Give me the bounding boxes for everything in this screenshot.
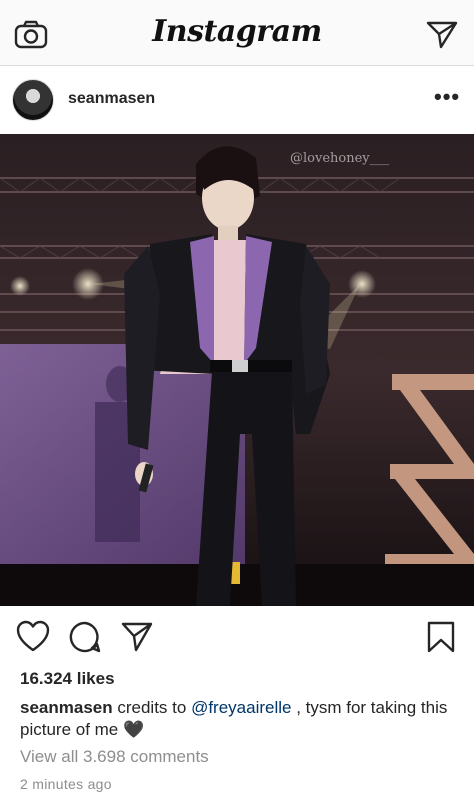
paper-plane-icon[interactable] <box>426 20 458 50</box>
post-timestamp: 2 minutes ago <box>20 776 112 792</box>
caption-text-start: credits to <box>117 698 192 717</box>
view-all-comments-link[interactable]: View all 3.698 comments <box>20 747 209 767</box>
caption-mention[interactable]: @freyaairelle <box>191 698 291 717</box>
comment-icon[interactable] <box>68 620 102 654</box>
avatar[interactable] <box>12 79 54 121</box>
caption-username[interactable]: seanmasen <box>20 698 113 717</box>
top-bar: Instagram <box>0 0 474 66</box>
post-caption: seanmasen credits to @freyaairelle , tys… <box>20 697 460 741</box>
heart-icon[interactable] <box>16 620 50 654</box>
post-username[interactable]: seanmasen <box>68 90 155 108</box>
post-photo[interactable]: @lovehoney___ <box>0 134 474 606</box>
share-icon[interactable] <box>120 620 154 654</box>
action-bar <box>0 606 474 664</box>
watermark-text: @lovehoney___ <box>290 151 390 166</box>
app-logo: Instagram <box>152 14 322 49</box>
post-header: seanmasen ••• <box>0 66 474 134</box>
more-icon[interactable]: ••• <box>434 84 460 110</box>
concert-photo: @lovehoney___ <box>0 134 474 606</box>
bookmark-icon[interactable] <box>424 620 458 654</box>
likes-count[interactable]: 16.324 likes <box>20 669 115 689</box>
